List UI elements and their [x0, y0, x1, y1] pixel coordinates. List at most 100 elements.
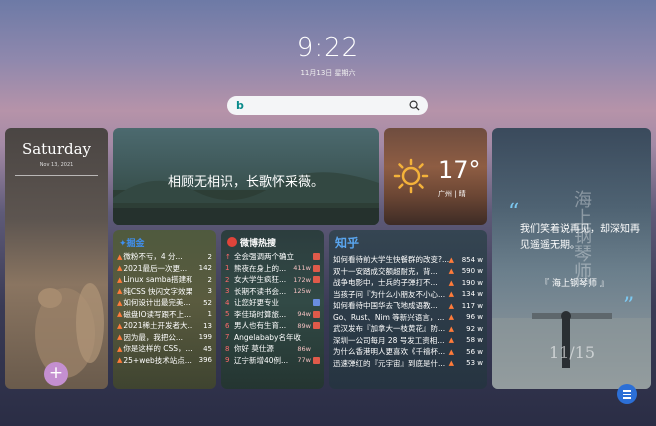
item-title: 纯CSS 快闪文字效果: [123, 286, 192, 296]
item-badge: [313, 299, 320, 307]
hot-icon: ▲: [117, 275, 123, 284]
item-title: 男人也有生育...: [234, 321, 287, 331]
clock-time: 9:22: [296, 33, 360, 63]
zhihu-list: 如何看待前大学生快餐群的改变?... ▲ 854 w 双十一安踏成交额超耐克，背...…: [333, 254, 483, 369]
item-title: 当孩子问『为什么小朋友不小心...: [333, 289, 446, 299]
item-rank: 4: [225, 298, 230, 307]
list-item[interactable]: ▲ 磁盘IO读写跟不上... 1: [117, 309, 212, 321]
hot-icon: ▲: [117, 264, 123, 273]
item-badge: [313, 334, 320, 341]
item-title: Linux samba搭建和...: [123, 275, 192, 285]
item-rank: ↑: [225, 252, 231, 261]
fire-icon: ▲: [448, 347, 454, 356]
item-rank: 2: [225, 275, 230, 284]
list-item[interactable]: 5 李佳琦时算旅... 94w: [225, 309, 320, 321]
fire-icon: ▲: [448, 267, 454, 276]
item-hot: 117 w: [461, 301, 483, 310]
item-hot: 172w: [293, 275, 311, 284]
list-item[interactable]: 6 男人也有生育... 89w: [225, 320, 320, 332]
list-item[interactable]: ▲ 25+web技术站点... 396: [117, 355, 212, 367]
item-badge: [313, 310, 320, 318]
item-rank: 6: [225, 321, 230, 330]
list-item[interactable]: 8 你好 莫仕源 86w: [225, 343, 320, 355]
item-rank: 9: [225, 356, 230, 365]
item-title: 磁盘IO读写跟不上...: [123, 309, 192, 319]
bing-icon[interactable]: b: [236, 99, 244, 112]
fire-icon: ▲: [448, 290, 454, 299]
list-item[interactable]: 1 熊夜在身上的... 411w: [225, 263, 320, 275]
item-title: 武汉发布『加拿大一枝黄花』防...: [333, 324, 446, 334]
item-title: 如何设计出最完美...: [123, 298, 191, 308]
list-item[interactable]: 战争电影中，士兵的子弹打不... ▲ 190 w: [333, 277, 483, 289]
list-item[interactable]: 为什么香港明人更喜欢《千禧杯... ▲ 56 w: [333, 346, 483, 358]
weather-card[interactable]: 17° 广州 | 晴: [384, 128, 487, 225]
list-item[interactable]: 双十一安踏成交额超耐克，背... ▲ 590 w: [333, 266, 483, 278]
date-card[interactable]: Saturday Nov 13, 2021: [5, 128, 108, 389]
item-count: 45: [203, 344, 212, 353]
item-title: 迅速弹红的『元宇宙』到底是什...: [333, 358, 446, 368]
search-icon[interactable]: [409, 100, 420, 111]
item-title: 2021稀土开发者大...: [123, 321, 192, 331]
movie-quote-card[interactable]: 海上钢琴师 “ 我们笑着说再见，却深知再见遥遥无期。 『 海上钢琴师 』 ” 1…: [492, 128, 651, 389]
menu-button[interactable]: [617, 384, 637, 404]
list-item[interactable]: ↑ 全会强调两个确立: [225, 251, 320, 263]
item-title: 如何看待中国华去飞地成语教...: [333, 301, 438, 311]
item-title: Go、Rust、Nim 等新兴语言，...: [333, 312, 445, 322]
juejin-list: ▲ 微粉不亏，4 分... 2 ▲ 2021最后一次更... 142 ▲ Linux samb…: [117, 251, 212, 366]
hot-icon: ▲: [117, 344, 123, 353]
zhihu-title[interactable]: 知乎: [335, 234, 359, 251]
add-button[interactable]: +: [44, 362, 68, 386]
item-title: 你好 莫仕源: [234, 344, 274, 354]
item-hot: 53 w: [466, 359, 483, 368]
list-item[interactable]: ▲ 如何设计出最完美... 52: [117, 297, 212, 309]
weibo-title[interactable]: 微博热搜: [227, 236, 276, 249]
item-count: 2: [207, 275, 212, 284]
item-badge: [313, 356, 320, 364]
search-bar[interactable]: b: [227, 96, 428, 115]
divider: [15, 175, 98, 176]
list-item[interactable]: 武汉发布『加拿大一枝黄花』防... ▲ 92 w: [333, 323, 483, 335]
list-item[interactable]: ▲ 纯CSS 快闪文字效果 3: [117, 286, 212, 298]
item-hot: 96 w: [466, 313, 483, 322]
juejin-title[interactable]: ✦掘金: [119, 236, 145, 249]
zhihu-card[interactable]: 知乎 如何看待前大学生快餐群的改变?... ▲ 854 w 双十一安踏成交额超耐克，背…: [329, 230, 487, 389]
weather-city: 广州 | 晴: [438, 190, 466, 198]
fire-icon: ▲: [448, 278, 454, 287]
list-item[interactable]: Go、Rust、Nim 等新兴语言，... ▲ 96 w: [333, 312, 483, 324]
item-hot: 86w: [297, 344, 311, 353]
list-item[interactable]: 深圳一公司每月 28 号发工资相... ▲ 58 w: [333, 335, 483, 347]
item-title: 为什么香港明人更喜欢《千禧杯...: [333, 347, 446, 357]
list-item[interactable]: 迅速弹红的『元宇宙』到底是什... ▲ 53 w: [333, 358, 483, 370]
list-item[interactable]: 当孩子问『为什么小朋友不小心... ▲ 134 w: [333, 289, 483, 301]
weibo-logo-icon: [227, 237, 237, 247]
item-hot: 94w: [297, 310, 311, 319]
list-item[interactable]: 9 辽宁新增40例... 77w: [225, 355, 320, 367]
open-quote-icon: “: [508, 200, 520, 225]
list-item[interactable]: ▲ 2021最后一次更... 142: [117, 263, 212, 275]
full-date-label: Nov 13, 2021: [39, 162, 74, 168]
quote-card[interactable]: 相顾无相识，长歌怀采薇。: [113, 128, 379, 225]
list-item[interactable]: ▲ 因为最，我把公... 199: [117, 332, 212, 344]
list-item[interactable]: 如何看待前大学生快餐群的改变?... ▲ 854 w: [333, 254, 483, 266]
weibo-list: ↑ 全会强调两个确立 1 熊夜在身上的... 411w 2 女大学生疯狂... 172w 3 长期…: [225, 251, 320, 366]
list-item[interactable]: ▲ 2021稀土开发者大... 13: [117, 320, 212, 332]
list-item[interactable]: 4 让您好更专业: [225, 297, 320, 309]
list-item[interactable]: 如何看待中国华去飞地成语教... ▲ 117 w: [333, 300, 483, 312]
item-count: 142: [198, 264, 212, 273]
weibo-card[interactable]: 微博热搜 ↑ 全会强调两个确立 1 熊夜在身上的... 411w 2 女大学生疯狂... 17…: [221, 230, 324, 389]
list-item[interactable]: 2 女大学生疯狂... 172w: [225, 274, 320, 286]
list-item[interactable]: 7 Angelababy名年收: [225, 332, 320, 344]
juejin-card[interactable]: ✦掘金 ▲ 微粉不亏，4 分... 2 ▲ 2021最后一次更... 142 ▲ Linux …: [113, 230, 216, 389]
item-badge: [313, 264, 320, 272]
item-count: 199: [198, 333, 212, 342]
item-hot: 92 w: [466, 324, 483, 333]
list-item[interactable]: 3 长期不读书会... 125w: [225, 286, 320, 298]
hot-icon: ▲: [117, 287, 123, 296]
list-item[interactable]: ▲ 微粉不亏，4 分... 2: [117, 251, 212, 263]
list-item[interactable]: ▲ 你是这样的 CSS，... 45: [117, 343, 212, 355]
list-item[interactable]: ▲Linux samba搭建和... 2: [117, 274, 212, 286]
temperature: 17°: [438, 156, 481, 184]
clock-date: 11月13日 星期六: [300, 69, 356, 77]
item-title: 2021最后一次更...: [123, 263, 188, 273]
item-title: Angelababy名年收: [234, 332, 301, 342]
